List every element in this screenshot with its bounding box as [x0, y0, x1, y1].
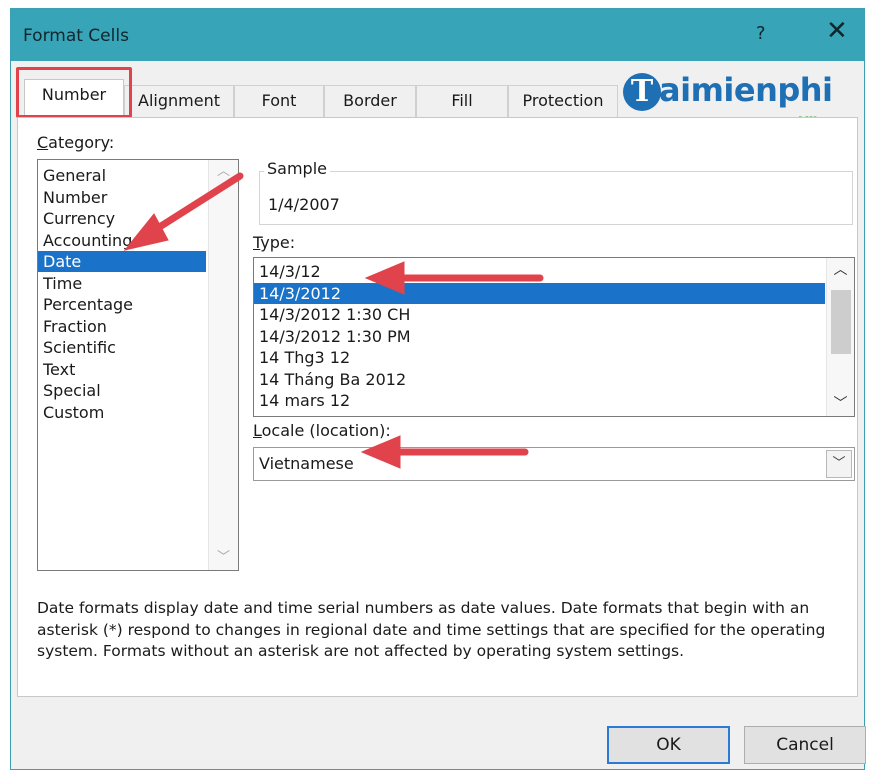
annotation-arrow	[146, 172, 244, 237]
annotation-arrows	[123, 172, 544, 469]
annotation-arrowhead	[123, 213, 169, 251]
annotation-arrowhead	[360, 435, 401, 469]
annotation-arrowhead	[364, 261, 405, 295]
